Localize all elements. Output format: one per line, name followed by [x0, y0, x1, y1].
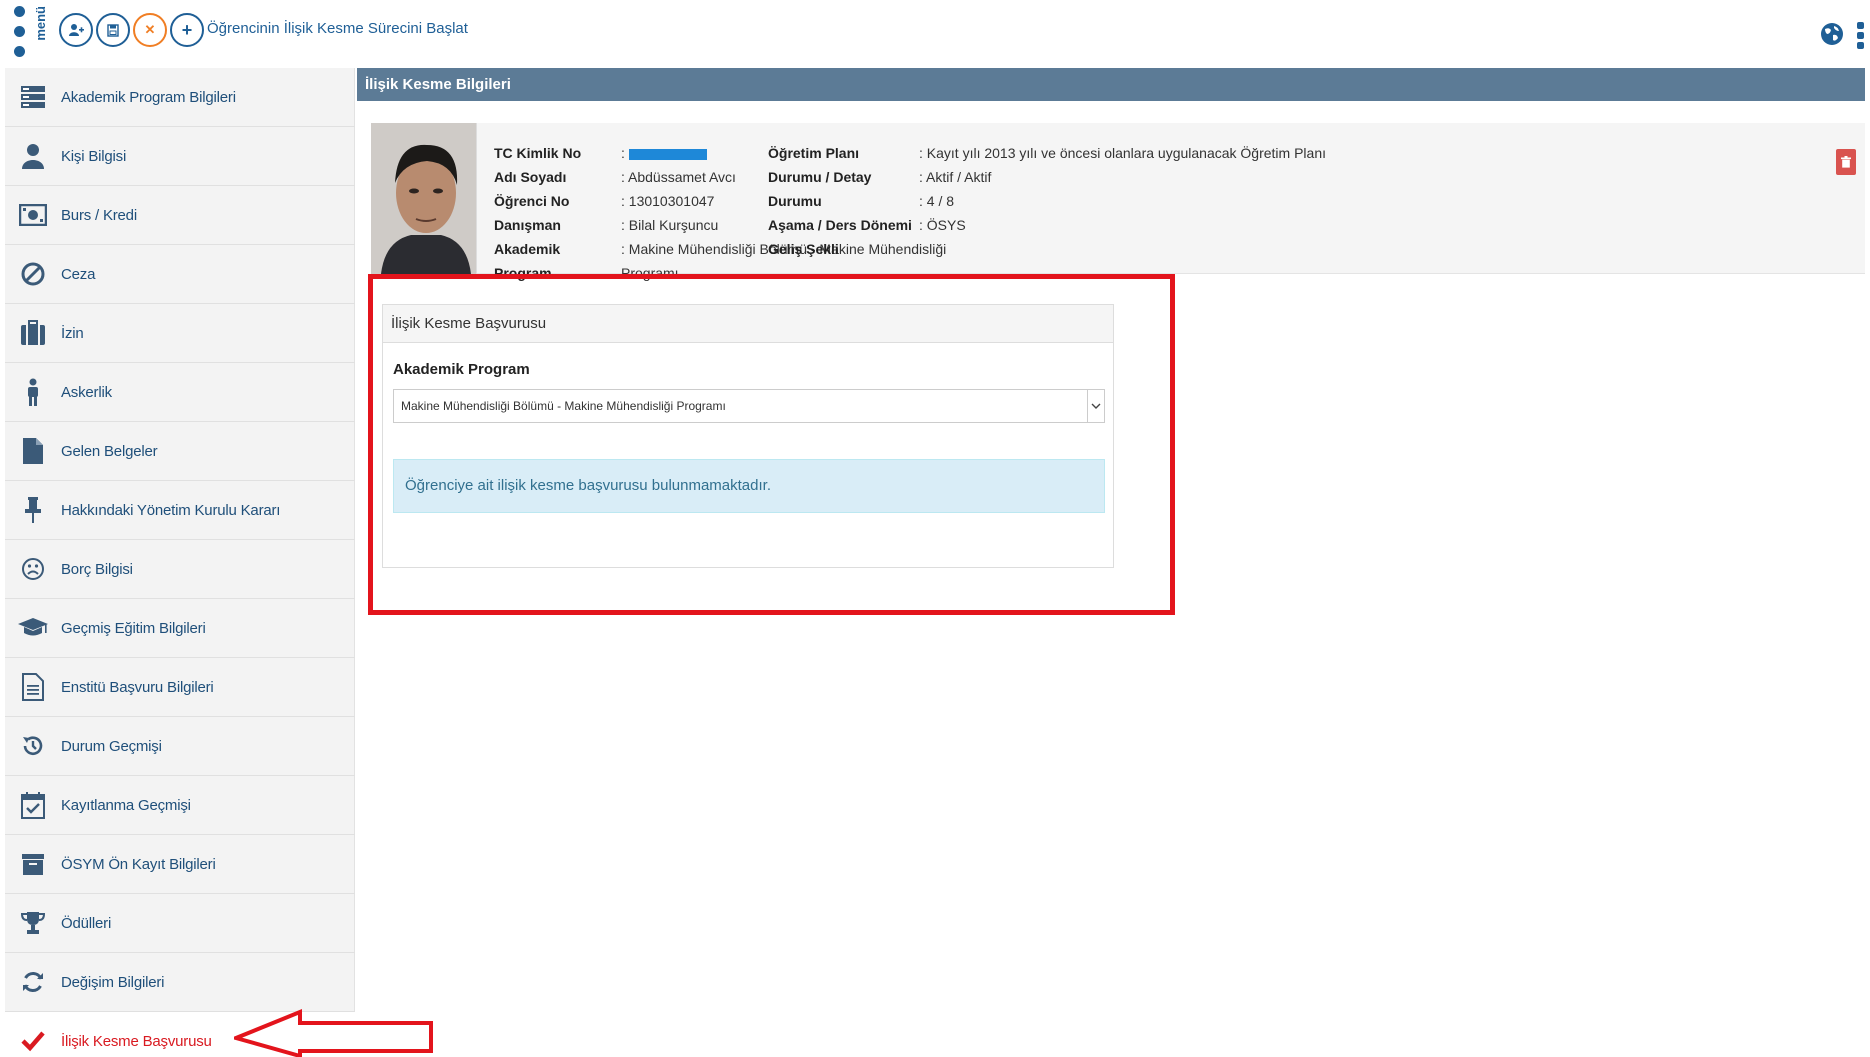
sidebar-item-izin[interactable]: İzin: [5, 304, 355, 363]
akademik-program-select[interactable]: Makine Mühendisliği Bölümü - Makine Mühe…: [393, 389, 1105, 423]
ilisik-kesme-panel: İlişik Kesme Başvurusu Akademik Program …: [382, 304, 1114, 568]
soldier-icon: [28, 378, 38, 406]
info-key: Adı Soyadı: [494, 169, 567, 185]
program-icon: [21, 86, 45, 108]
info-value: : Kayıt yılı 2013 yılı ve öncesi olanlar…: [919, 145, 1326, 161]
sidebar-item-label: İzin: [61, 324, 84, 342]
sidebar-item-askerlik[interactable]: Askerlik: [5, 363, 355, 422]
sidebar-item-degisim-bilgileri[interactable]: Değişim Bilgileri: [5, 953, 355, 1012]
sidebar-item-label: Değişim Bilgileri: [61, 973, 165, 991]
sidebar-item-odulleri[interactable]: Ödülleri: [5, 894, 355, 953]
trophy-icon: [20, 912, 46, 934]
delete-button[interactable]: [1836, 149, 1856, 175]
sidebar-item-label: Geçmiş Eğitim Bilgileri: [61, 619, 206, 637]
sidebar-item-label: Durum Geçmişi: [61, 737, 162, 755]
ban-icon: [21, 262, 45, 286]
panel-title: İlişik Kesme Başvurusu: [383, 305, 1113, 343]
save-button[interactable]: [96, 13, 130, 47]
info-key: Öğretim Planı: [768, 145, 860, 161]
history-icon: [23, 736, 43, 755]
student-photo: [371, 123, 477, 274]
sidebar-item-borc-bilgisi[interactable]: Borç Bilgisi: [5, 540, 355, 599]
start-process-label[interactable]: Öğrencinin İlişik Kesme Sürecini Başlat: [207, 20, 468, 37]
start-process-button[interactable]: +: [170, 13, 204, 47]
sidebar-item-kayitlanma-gecmisi[interactable]: Kayıtlanma Geçmişi: [5, 776, 355, 835]
info-key: Durumu / Detay Durumu: [768, 169, 872, 209]
select-value: Makine Mühendisliği Bölümü - Makine Mühe…: [401, 399, 726, 413]
sidebar-item-label: Kayıtlanma Geçmişi: [61, 796, 191, 814]
sidebar-item-label: Ceza: [61, 265, 96, 283]
menu-toggle[interactable]: menü: [10, 4, 48, 62]
money-icon: [19, 204, 47, 226]
sidebar-item-yonetim-kurulu[interactable]: Hakkındaki Yönetim Kurulu Kararı: [5, 481, 355, 540]
info-key: Aşama / Ders Dönemi: [768, 217, 912, 233]
annotation-arrow-icon: [234, 1009, 433, 1057]
archive-icon: [22, 854, 44, 875]
chevron-down-icon[interactable]: [1087, 390, 1104, 422]
sidebar-item-akademik-program[interactable]: Akademik Program Bilgileri: [5, 68, 355, 127]
graduation-cap-icon: [18, 618, 48, 636]
info-value: : ÖSYS: [919, 217, 966, 233]
globe-icon[interactable]: [1820, 22, 1844, 46]
calendar-check-icon: [21, 792, 45, 819]
save-icon: [107, 23, 119, 37]
refresh-icon: [23, 971, 43, 993]
sidebar-item-label: Askerlik: [61, 383, 112, 401]
sidebar-item-label: Hakkındaki Yönetim Kurulu Kararı: [61, 501, 281, 519]
frown-icon: [22, 558, 44, 580]
sidebar-item-label: Ödülleri: [61, 914, 112, 932]
field-label: Akademik Program: [393, 361, 530, 378]
info-key: Öğrenci No: [494, 193, 570, 209]
sidebar-item-label: Burs / Kredi: [61, 206, 137, 224]
student-summary-card: TC Kimlik No Adı Soyadı Öğrenci No Danış…: [371, 123, 1865, 281]
person-icon: [22, 144, 44, 169]
sidebar-item-gelen-belgeler[interactable]: Gelen Belgeler: [5, 422, 355, 481]
pin-icon: [25, 497, 41, 523]
sidebar-item-ceza[interactable]: Ceza: [5, 245, 355, 304]
info-alert: Öğrenciye ait ilişik kesme başvurusu bul…: [393, 459, 1105, 513]
add-user-button[interactable]: [59, 13, 93, 47]
sidebar-item-gecmis-egitim[interactable]: Geçmiş Eğitim Bilgileri: [5, 599, 355, 658]
sidebar-item-label: Akademik Program Bilgileri: [61, 88, 236, 106]
sidebar-item-label: Kişi Bilgisi: [61, 147, 127, 165]
sidebar-item-enstitu-basvuru[interactable]: Enstitü Başvuru Bilgileri: [5, 658, 355, 717]
info-value: : 4 / 8: [919, 193, 955, 209]
sidebar-item-burs-kredi[interactable]: Burs / Kredi: [5, 186, 355, 245]
sidebar-item-label: ÖSYM Ön Kayıt Bilgileri: [61, 855, 216, 873]
sidebar-item-kisi-bilgisi[interactable]: Kişi Bilgisi: [5, 127, 355, 186]
sidebar-item-label: Gelen Belgeler: [61, 442, 158, 460]
redacted-mark: [628, 148, 707, 160]
sidebar-item-label: Borç Bilgisi: [61, 560, 133, 578]
close-icon: ✕: [144, 22, 156, 37]
sidebar-item-durum-gecmisi[interactable]: Durum Geçmişi: [5, 717, 355, 776]
menu-word: menü: [33, 6, 48, 41]
cancel-button[interactable]: ✕: [133, 13, 167, 47]
sidebar: Akademik Program Bilgileri Kişi Bilgisi …: [5, 68, 355, 1057]
student-info-keys-1: TC Kimlik No Adı Soyadı Öğrenci No Danış…: [494, 141, 619, 285]
suitcase-icon: [21, 320, 45, 345]
info-value: : Aktif / Aktif: [919, 169, 992, 185]
info-key: Danışman: [494, 217, 561, 233]
file-icon: [23, 438, 43, 464]
info-key: Geliş Şekli: [768, 241, 839, 257]
plus-icon: +: [181, 19, 193, 40]
sidebar-item-label: Enstitü Başvuru Bilgileri: [61, 678, 214, 696]
sidebar-item-label: İlişik Kesme Başvurusu: [61, 1032, 212, 1050]
more-options-icon[interactable]: [1857, 22, 1865, 50]
student-info-values-2: : Kayıt yılı 2013 yılı ve öncesi olanlar…: [919, 141, 1519, 237]
check-icon: [21, 1031, 45, 1052]
top-bar: menü ✕ + Öğrencinin İlişik Kesme Sürecin…: [0, 0, 1870, 66]
info-key: TC Kimlik No: [494, 145, 582, 161]
trash-icon: [1841, 156, 1851, 168]
section-header: İlişik Kesme Bilgileri: [357, 68, 1865, 101]
add-user-icon: [69, 24, 84, 36]
student-info-keys-2: Öğretim Planı Durumu / Detay Durumu Aşam…: [768, 141, 920, 261]
document-icon: [22, 673, 44, 701]
sidebar-item-osym-on-kayit[interactable]: ÖSYM Ön Kayıt Bilgileri: [5, 835, 355, 894]
